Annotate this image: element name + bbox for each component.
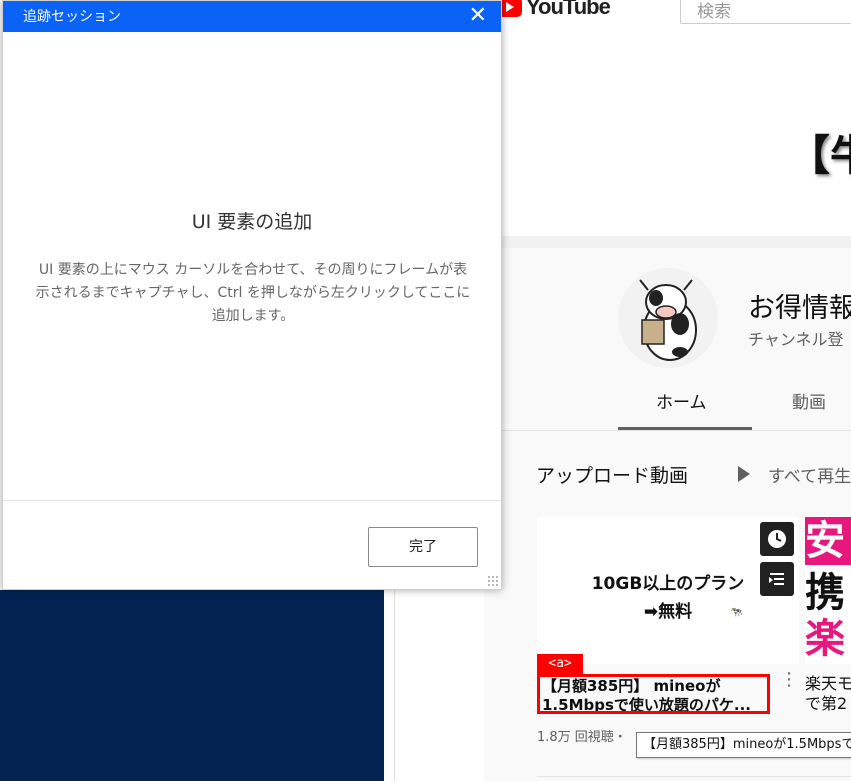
video-title-link[interactable]: 【月額385円】 mineoが 1.5Mbpsで使い放題のパケ... <box>537 674 770 714</box>
channel-subscribers: チャンネル登 <box>748 330 844 349</box>
thumb2-char-1: 安 <box>805 517 851 565</box>
channel-banner-title: 【牛 <box>788 131 851 180</box>
video-title-line1: 【月額385円】 mineoが <box>542 677 721 695</box>
element-type-tag: <a> <box>537 654 583 674</box>
search-input[interactable]: 検索 <box>680 0 851 24</box>
video-thumbnail-2[interactable]: 安 携 楽 <box>805 517 851 664</box>
thumbnail-text-line2: ➡無料 <box>643 602 693 622</box>
dialog-description: UI 要素の上にマウス カーソルを合わせて、その周りにフレームが表示されるまでキ… <box>35 262 471 324</box>
more-options-icon[interactable]: ⋮ <box>780 671 798 689</box>
add-to-queue-button[interactable] <box>760 562 794 596</box>
tab-divider <box>484 430 851 431</box>
youtube-logo[interactable]: YouTube <box>496 0 611 22</box>
tab-home[interactable]: ホーム <box>656 388 707 413</box>
row-divider <box>537 776 851 777</box>
video2-title-line1: 楽天モ <box>805 674 851 693</box>
play-all-link[interactable]: すべて再生 <box>768 462 851 487</box>
clock-icon <box>768 530 786 548</box>
thumb2-char-2: 携 <box>805 570 845 616</box>
queue-icon <box>769 573 784 585</box>
watch-later-button[interactable] <box>760 522 794 556</box>
close-icon[interactable]: ✕ <box>469 3 487 29</box>
tab-videos[interactable]: 動画 <box>792 388 826 413</box>
video-view-count: 1.8万 回視聴・ <box>537 730 627 745</box>
video-title-line2: 1.5Mbpsで使い放題のパケ... <box>542 696 751 714</box>
cow-avatar-icon <box>639 279 697 361</box>
title-tooltip: 【月額385円】mineoが1.5Mbpsで <box>636 732 851 758</box>
play-icon[interactable] <box>738 466 750 482</box>
dialog-title-bar[interactable]: 追跡セッション ✕ <box>3 1 501 32</box>
video-title-link-2[interactable]: 楽天モ で第2 <box>805 674 851 714</box>
thumbnail-cow-icon: 🐄 <box>730 607 743 618</box>
tracking-session-dialog: 追跡セッション ✕ UI 要素の追加 UI 要素の上にマウス カーソルを合わせて… <box>2 0 502 590</box>
thumb2-char-3: 楽 <box>805 616 845 662</box>
dialog-title: 追跡セッション <box>23 9 121 25</box>
uploads-section-title[interactable]: アップロード動画 <box>536 461 688 488</box>
dialog-separator <box>3 500 501 501</box>
channel-name: お得情報 <box>748 293 851 324</box>
done-button[interactable]: 完了 <box>368 527 478 567</box>
channel-avatar[interactable] <box>618 268 718 368</box>
youtube-logo-text: YouTube <box>526 0 611 19</box>
desktop-background <box>0 590 384 781</box>
video2-title-line2: で第2 <box>805 694 848 713</box>
resize-grip-icon[interactable] <box>487 575 499 587</box>
dialog-heading: UI 要素の追加 <box>191 211 313 233</box>
